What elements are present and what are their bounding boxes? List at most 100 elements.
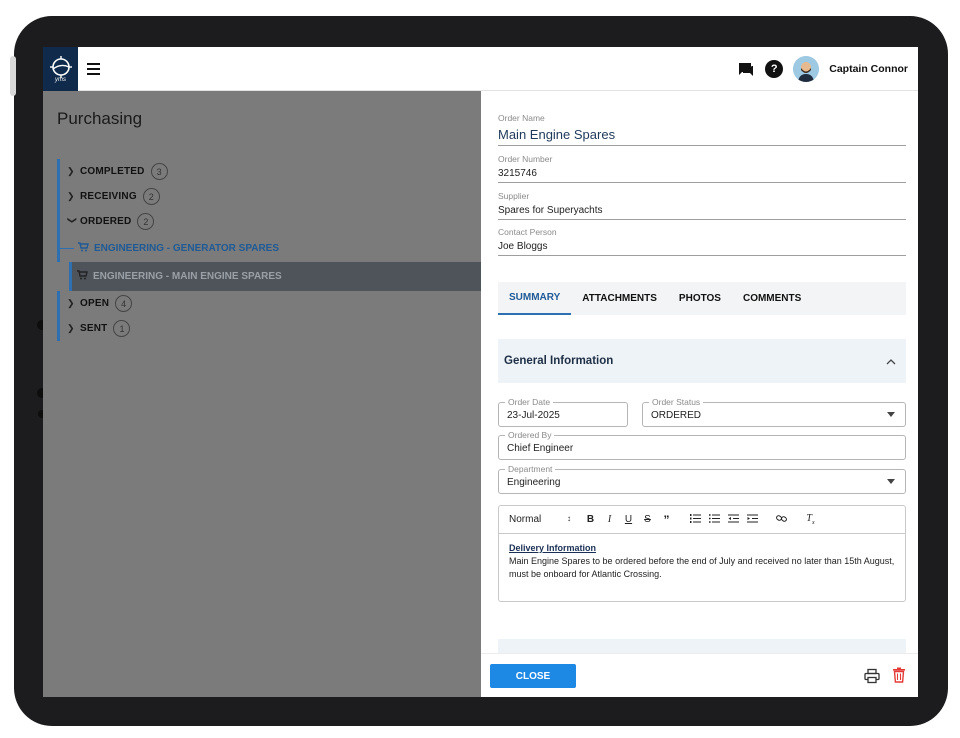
field-label: Order Name [498, 113, 545, 123]
indent-icon[interactable] [743, 514, 762, 526]
ordered-by-field[interactable]: Ordered By Chief Engineer [498, 430, 906, 460]
order-number-value: 3215746 [498, 168, 537, 179]
clear-format-icon[interactable]: Tx [801, 513, 820, 526]
delete-icon[interactable] [892, 667, 906, 683]
cart-icon [78, 241, 90, 255]
tree-item-label: ENGINEERING - GENERATOR SPARES [94, 242, 280, 254]
user-name[interactable]: Captain Connor [829, 63, 908, 75]
editor-content[interactable]: Delivery Information Main Engine Spares … [499, 534, 905, 589]
order-detail-pane: Order Name Main Engine Spares Order Numb… [481, 91, 918, 697]
tree-group-label: RECEIVING [80, 191, 137, 202]
editor-content-text: Main Engine Spares to be ordered before … [509, 556, 895, 579]
field-label: Ordered By [505, 430, 555, 440]
tree-group-label: COMPLETED [80, 166, 145, 177]
count-badge: 4 [115, 295, 133, 312]
order-status-select[interactable]: Order Status ORDERED [642, 397, 906, 427]
format-select[interactable]: Normal ↕ [509, 514, 571, 525]
bullet-list-icon[interactable] [705, 513, 724, 526]
tree-connector [60, 247, 74, 249]
chevron-right-icon: ❯ [67, 298, 75, 308]
tree-group-ordered[interactable]: ❯ ORDERED 2 [57, 209, 481, 234]
outdent-icon[interactable] [724, 514, 743, 526]
order-status-value: ORDERED [651, 410, 702, 421]
tree-group-sent[interactable]: ❯ SENT 1 [57, 316, 481, 341]
ordered-list-icon[interactable] [686, 513, 705, 526]
order-number-field[interactable]: Order Number 3215746 [498, 154, 906, 183]
department-select[interactable]: Department Engineering [498, 464, 906, 494]
close-button[interactable]: CLOSE [490, 664, 576, 688]
cart-icon [77, 270, 89, 283]
chevron-down-icon: ❯ [67, 216, 78, 225]
chevron-up-icon [886, 352, 896, 370]
field-label: Order Number [498, 154, 553, 164]
field-label: Supplier [498, 191, 530, 201]
dropdown-caret-icon [887, 412, 895, 417]
format-select-value: Normal [509, 514, 542, 525]
order-tree: ❯ COMPLETED 3 ❯ RECEIVING 2 ❯ ORDERED 2 … [57, 159, 481, 341]
tab-comments[interactable]: COMMENTS [732, 282, 812, 315]
device-side-button [10, 56, 16, 96]
section-title: General Information [504, 355, 614, 367]
editor-toolbar: Normal ↕ B I U S ” Tx [499, 506, 905, 534]
app-screen: yms ? Captain Connor Purchasing ❯ COMPLE… [43, 47, 918, 697]
order-name-field[interactable]: Order Name Main Engine Spares [498, 113, 906, 146]
chat-icon[interactable] [737, 60, 755, 78]
tree-item-label: ENGINEERING - MAIN ENGINE SPARES [93, 271, 282, 282]
updown-icon: ↕ [567, 514, 571, 523]
strikethrough-icon[interactable]: S [638, 514, 657, 525]
page-title: Purchasing [57, 109, 143, 128]
yms-logo: yms [43, 47, 78, 91]
contact-person-field[interactable]: Contact Person Joe Bloggs [498, 227, 906, 256]
field-label: Order Date [505, 397, 554, 407]
bold-icon[interactable]: B [581, 514, 600, 525]
tree-group-open[interactable]: ❯ OPEN 4 [57, 291, 481, 316]
dropdown-caret-icon [887, 479, 895, 484]
tab-summary[interactable]: SUMMARY [498, 282, 572, 315]
editor-content-title: Delivery Information [509, 543, 597, 553]
tree-group-label: SENT [80, 323, 108, 334]
tab-photos[interactable]: PHOTOS [668, 282, 732, 315]
help-icon[interactable]: ? [765, 60, 784, 78]
detail-tabs: SUMMARY ATTACHMENTS PHOTOS COMMENTS [498, 282, 906, 315]
next-section-header [498, 639, 906, 653]
print-icon[interactable] [864, 668, 880, 684]
tree-item-generator-spares[interactable]: ENGINEERING - GENERATOR SPARES [57, 234, 481, 262]
hamburger-menu-icon[interactable] [87, 59, 107, 79]
top-actions: ? Captain Connor [737, 55, 908, 83]
count-badge: 2 [137, 213, 155, 230]
ordered-by-value: Chief Engineer [507, 443, 574, 454]
blockquote-icon[interactable]: ” [657, 513, 676, 527]
top-bar: yms ? Captain Connor [43, 47, 918, 91]
field-label: Order Status [649, 397, 704, 407]
link-icon[interactable] [772, 514, 791, 526]
department-value: Engineering [507, 477, 561, 488]
supplier-value: Spares for Superyachts [498, 205, 603, 216]
tree-group-completed[interactable]: ❯ COMPLETED 3 [57, 159, 481, 184]
supplier-field[interactable]: Supplier Spares for Superyachts [498, 191, 906, 220]
field-label: Department [505, 464, 556, 474]
order-name-value: Main Engine Spares [498, 127, 616, 142]
count-badge: 3 [150, 163, 168, 180]
underline-icon[interactable]: U [619, 514, 638, 525]
chevron-right-icon: ❯ [67, 166, 75, 176]
general-information-header[interactable]: General Information [498, 339, 906, 383]
count-badge: 2 [142, 188, 160, 205]
italic-icon[interactable]: I [600, 514, 619, 525]
field-label: Contact Person [498, 227, 557, 237]
chevron-right-icon: ❯ [67, 323, 75, 333]
chevron-right-icon: ❯ [67, 191, 75, 201]
order-date-value: 23-Jul-2025 [507, 410, 560, 421]
contact-person-value: Joe Bloggs [498, 241, 548, 252]
tree-item-main-engine-spares[interactable]: ENGINEERING - MAIN ENGINE SPARES [69, 262, 481, 291]
tree-group-label: OPEN [80, 298, 110, 309]
logo-text: yms [55, 77, 66, 83]
order-date-field[interactable]: Order Date 23-Jul-2025 [498, 397, 628, 427]
count-badge: 1 [113, 320, 131, 337]
tree-group-receiving[interactable]: ❯ RECEIVING 2 [57, 184, 481, 209]
avatar[interactable] [793, 56, 820, 82]
purchasing-pane: Purchasing ❯ COMPLETED 3 ❯ RECEIVING 2 ❯… [43, 91, 481, 697]
detail-footer: CLOSE [481, 653, 918, 697]
tab-attachments[interactable]: ATTACHMENTS [571, 282, 668, 315]
rich-text-editor: Normal ↕ B I U S ” Tx Delivery Informati… [498, 505, 906, 602]
tree-group-label: ORDERED [80, 216, 132, 227]
